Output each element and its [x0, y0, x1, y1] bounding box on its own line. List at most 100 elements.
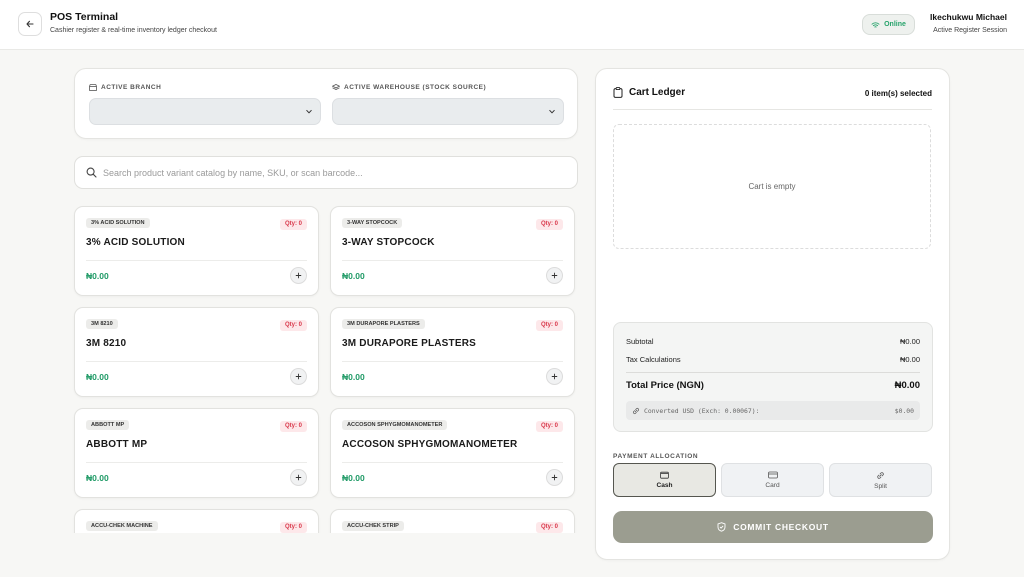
- add-to-cart-button[interactable]: [290, 469, 307, 486]
- user-name: Ikechukwu Michael: [930, 12, 1007, 22]
- wallet-icon: [660, 471, 669, 479]
- clipboard-icon: [613, 87, 623, 98]
- cart-item-count: 0 item(s) selected: [864, 89, 932, 98]
- product-price: ₦0.00: [342, 473, 365, 483]
- card-divider: [342, 361, 563, 362]
- add-to-cart-button[interactable]: [546, 368, 563, 385]
- divider: [626, 372, 920, 373]
- link-icon: [877, 471, 884, 479]
- user-session: Active Register Session: [933, 27, 1007, 34]
- add-to-cart-button[interactable]: [546, 469, 563, 486]
- pay-card-button[interactable]: Card: [721, 463, 824, 497]
- tax-value: ₦0.00: [899, 355, 920, 364]
- chevron-down-icon: [306, 109, 312, 114]
- card-divider: [342, 462, 563, 463]
- branch-select[interactable]: [89, 98, 321, 125]
- product-price: ₦0.00: [86, 271, 109, 281]
- payment-allocation-label: PAYMENT ALLOCATION: [613, 453, 699, 460]
- usd-value: $0.00: [894, 407, 914, 415]
- card-divider: [86, 462, 307, 463]
- top-header: POS Terminal Cashier register & real-tim…: [0, 0, 1024, 50]
- product-name: 3-WAY STOPCOCK: [342, 237, 435, 248]
- product-name: 3% ACID SOLUTION: [86, 237, 185, 248]
- product-tag: 3-WAY STOPCOCK: [342, 218, 403, 228]
- plus-icon: [551, 373, 558, 380]
- tax-label: Tax Calculations: [626, 355, 681, 364]
- product-card[interactable]: 3M 8210 Qty: 0 3M 8210 ₦0.00: [74, 307, 319, 397]
- search-icon: [86, 167, 97, 178]
- product-card[interactable]: 3% ACID SOLUTION Qty: 0 3% ACID SOLUTION…: [74, 206, 319, 296]
- product-price: ₦0.00: [342, 372, 365, 382]
- product-card[interactable]: 3M DURAPORE PLASTERS Qty: 0 3M DURAPORE …: [330, 307, 575, 397]
- cart-empty-text: Cart is empty: [748, 182, 796, 191]
- total-value: ₦0.00: [894, 380, 920, 391]
- card-divider: [86, 361, 307, 362]
- page-subtitle: Cashier register & real-time inventory l…: [50, 27, 217, 34]
- back-button[interactable]: [18, 12, 42, 36]
- product-tag: 3M 8210: [86, 319, 118, 329]
- add-to-cart-button[interactable]: [290, 267, 307, 284]
- product-tag: 3% ACID SOLUTION: [86, 218, 150, 228]
- chevron-down-icon: [549, 109, 555, 114]
- product-price: ₦0.00: [86, 372, 109, 382]
- usd-label: Converted USD (Exch: 0.00067):: [644, 407, 760, 415]
- add-to-cart-button[interactable]: [546, 267, 563, 284]
- qty-badge: Qty: 0: [535, 320, 563, 331]
- search-input[interactable]: [103, 165, 563, 181]
- pay-card-label: Card: [765, 482, 780, 489]
- product-card[interactable]: ACCU-CHEK MACHINE Qty: 0: [74, 509, 319, 533]
- qty-badge: Qty: 0: [535, 421, 563, 432]
- product-card[interactable]: ABBOTT MP Qty: 0 ABBOTT MP ₦0.00: [74, 408, 319, 498]
- commit-checkout-button[interactable]: COMMIT CHECKOUT: [613, 511, 933, 543]
- online-status-badge: Online: [862, 14, 915, 35]
- warehouse-select[interactable]: [332, 98, 564, 125]
- qty-badge: Qty: 0: [535, 219, 563, 230]
- card-divider: [342, 260, 563, 261]
- plus-icon: [295, 272, 302, 279]
- card-divider: [86, 260, 307, 261]
- location-selector-card: ACTIVE BRANCH ACTIVE WAREHOUSE (STOCK SO…: [74, 68, 578, 139]
- product-tag: ACCU-CHEK MACHINE: [86, 521, 158, 531]
- product-tag: ACCOSON SPHYGMOMANOMETER: [342, 420, 448, 430]
- plus-icon: [295, 373, 302, 380]
- divider: [613, 109, 932, 110]
- page-title: POS Terminal: [50, 11, 119, 23]
- product-name: ABBOTT MP: [86, 439, 148, 450]
- add-to-cart-button[interactable]: [290, 368, 307, 385]
- qty-badge: Qty: 0: [279, 421, 307, 432]
- tax-row: Tax Calculations ₦0.00: [626, 355, 920, 364]
- cart-ledger-panel: Cart Ledger 0 item(s) selected Cart is e…: [595, 68, 950, 560]
- pay-cash-button[interactable]: Cash: [613, 463, 716, 497]
- product-card[interactable]: 3-WAY STOPCOCK Qty: 0 3-WAY STOPCOCK ₦0.…: [330, 206, 575, 296]
- product-grid: 3% ACID SOLUTION Qty: 0 3% ACID SOLUTION…: [70, 203, 584, 533]
- pay-split-label: Split: [874, 482, 887, 490]
- product-price: ₦0.00: [86, 473, 109, 483]
- usd-conversion-row: Converted USD (Exch: 0.00067): $0.00: [626, 401, 920, 420]
- product-card[interactable]: ACCOSON SPHYGMOMANOMETER Qty: 0 ACCOSON …: [330, 408, 575, 498]
- plus-icon: [551, 272, 558, 279]
- qty-badge: Qty: 0: [279, 320, 307, 331]
- warehouse-label: ACTIVE WAREHOUSE (STOCK SOURCE): [332, 84, 486, 91]
- qty-badge: Qty: 0: [535, 522, 563, 533]
- store-icon: [89, 84, 97, 91]
- pay-cash-label: Cash: [656, 482, 673, 489]
- pay-split-button[interactable]: Split: [829, 463, 932, 497]
- qty-badge: Qty: 0: [279, 522, 307, 533]
- product-search-box[interactable]: [74, 156, 578, 189]
- product-tag: ACCU-CHEK STRIP: [342, 521, 404, 531]
- product-name: ACCOSON SPHYGMOMANOMETER: [342, 439, 518, 450]
- plus-icon: [295, 474, 302, 481]
- subtotal-label: Subtotal: [626, 337, 654, 346]
- plus-icon: [551, 474, 558, 481]
- product-card[interactable]: ACCU-CHEK STRIP Qty: 0: [330, 509, 575, 533]
- link-icon: [632, 407, 640, 415]
- shield-check-icon: [717, 522, 726, 532]
- total-row: Total Price (NGN) ₦0.00: [626, 380, 920, 391]
- product-name: 3M 8210: [86, 338, 127, 349]
- cart-title: Cart Ledger: [613, 87, 685, 98]
- product-price: ₦0.00: [342, 271, 365, 281]
- product-tag: ABBOTT MP: [86, 420, 130, 430]
- cart-empty-state: Cart is empty: [613, 124, 931, 249]
- total-label: Total Price (NGN): [626, 380, 704, 391]
- product-name: 3M DURAPORE PLASTERS: [342, 338, 477, 349]
